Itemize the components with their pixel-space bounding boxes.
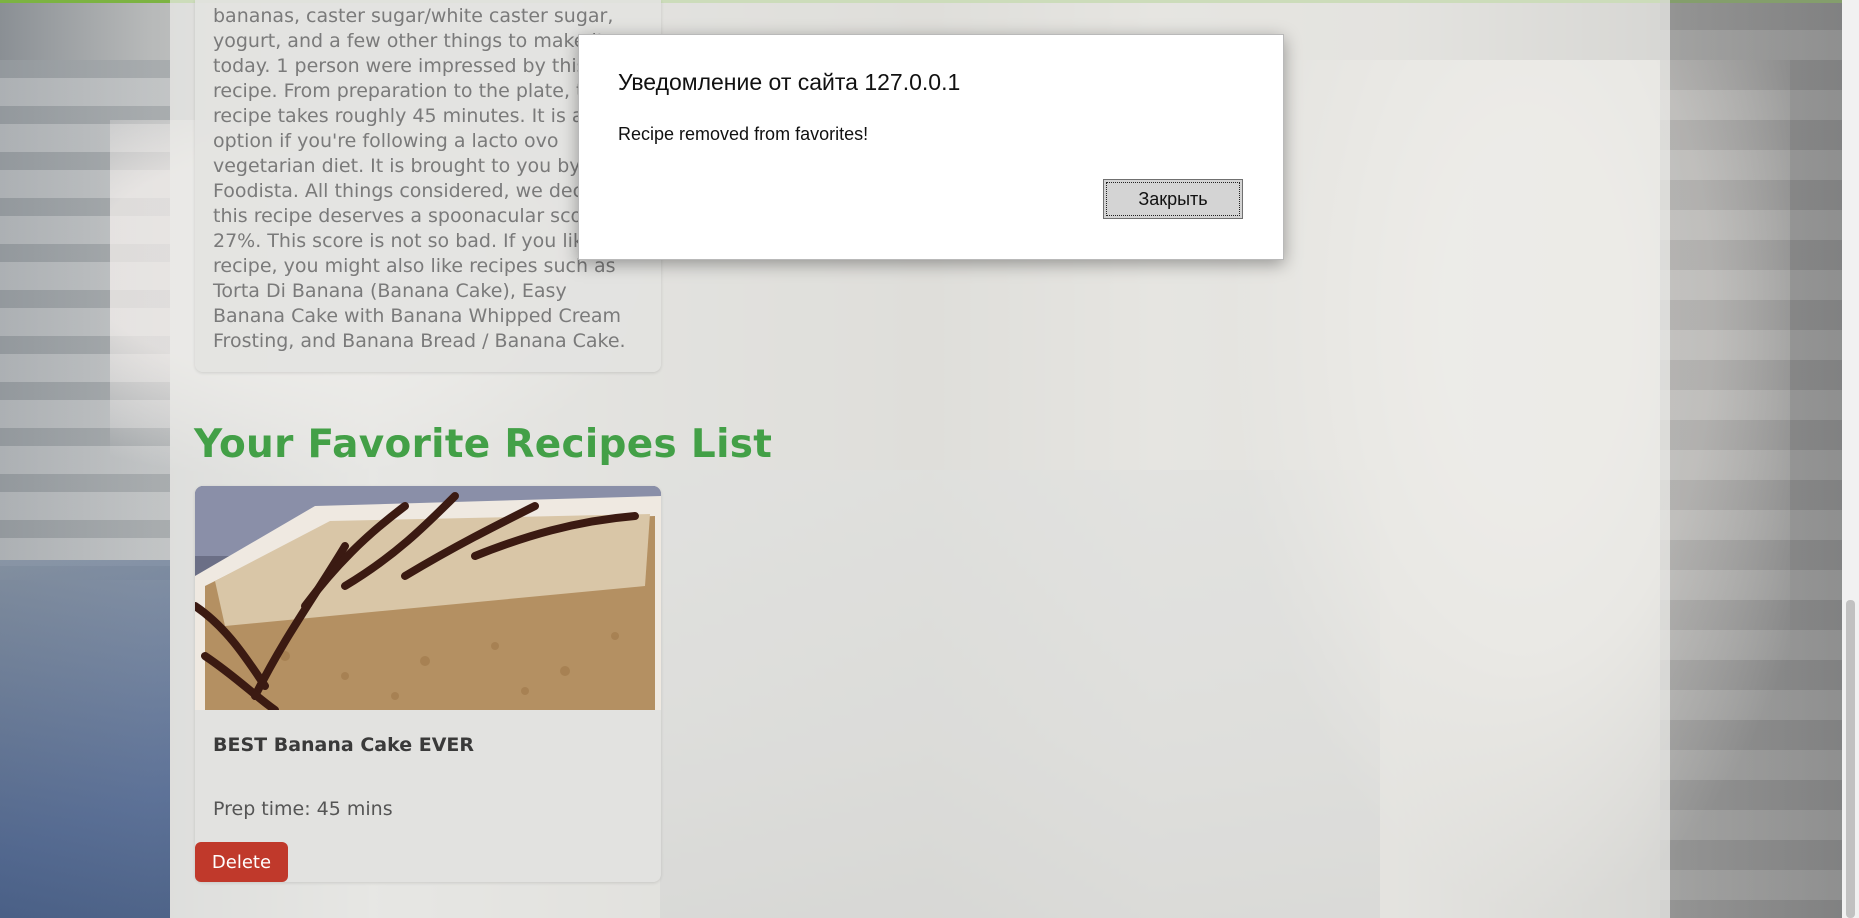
alert-close-button[interactable]: Закрыть <box>1103 179 1243 219</box>
delete-favorite-button[interactable]: Delete <box>195 842 288 882</box>
alert-dialog: Уведомление от сайта 127.0.0.1 Recipe re… <box>578 34 1284 260</box>
scrollbar-thumb[interactable] <box>1846 600 1855 918</box>
favorite-recipe-prep-time: Prep time: 45 mins <box>213 798 393 820</box>
alert-title: Уведомление от сайта 127.0.0.1 <box>618 69 961 95</box>
page-scrollbar[interactable] <box>1842 0 1859 918</box>
favorites-heading: Your Favorite Recipes List <box>194 422 773 467</box>
background-racks <box>1660 0 1859 918</box>
alert-message: Recipe removed from favorites! <box>618 124 869 144</box>
favorite-recipe-card: BEST Banana Cake EVER Prep time: 45 mins… <box>195 486 661 882</box>
banana-cake-image <box>195 486 661 710</box>
favorite-recipe-title: BEST Banana Cake EVER <box>213 734 475 756</box>
background-blue-area <box>0 560 170 918</box>
